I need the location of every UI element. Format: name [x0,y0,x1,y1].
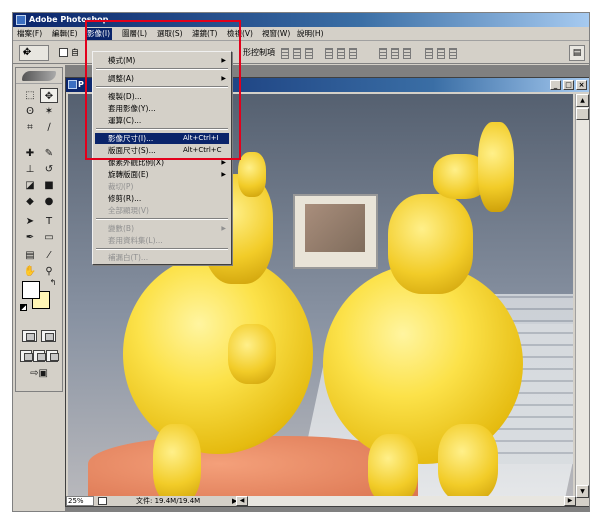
marquee-tool-icon[interactable]: ⬚ [21,88,39,103]
hand-tool-icon[interactable]: ✋ [21,264,39,279]
menu-separator [96,248,228,250]
distribute-left-icon[interactable] [425,48,433,59]
screen-mode-full-menu-button[interactable] [33,350,46,362]
screen-mode-full-button[interactable] [46,350,59,362]
highlight-annotation-box [85,20,241,160]
left-figure-hand [228,324,276,384]
move-tool-icon[interactable]: ✥ [40,88,58,103]
default-colors-icon[interactable] [20,304,27,311]
distribute-middle-icon[interactable] [391,48,399,59]
scroll-thumb[interactable] [576,108,589,120]
menu-item-apply-data-set: 套用資料集(L)... [108,236,163,245]
swap-colors-icon[interactable]: ↰ [44,275,62,290]
vertical-scrollbar[interactable]: ▲ ▼ [575,94,589,498]
toolbox-header [16,68,62,84]
notes-tool-icon[interactable]: ▤ [21,248,39,263]
brush-tool-icon[interactable]: ✎ [40,146,58,161]
align-center-icon[interactable] [337,48,345,59]
menu-item-rotate-canvas-label: 旋轉版面(E) [108,170,149,179]
menu-window[interactable]: 視窗(W) [260,28,292,40]
magic-wand-tool-icon[interactable]: ✶ [40,104,58,119]
document-title: P [78,80,84,89]
align-right-icon[interactable] [349,48,357,59]
photo-picture-frame [293,194,378,269]
scroll-right-icon[interactable]: ▶ [564,496,576,506]
clone-stamp-tool-icon[interactable]: ⊥ [21,162,39,177]
menu-item-variables: 變數(B) ▶ [95,223,229,234]
left-figure-raised-fist [238,152,266,197]
healing-brush-tool-icon[interactable]: ✚ [21,146,39,161]
menu-item-crop: 裁切(P) [108,182,134,191]
left-figure-belly [123,254,313,454]
zoom-level-field[interactable]: 25% [66,496,94,506]
close-button[interactable]: × [576,80,587,90]
toolbox: ⬚ ✥ ʘ ✶ ⌗ ∕ ✚ ✎ ⊥ ↺ ◪ ■ ◆ ● ➤ T ✒ ▭ ▤ ⁄ … [15,67,63,392]
shape-tool-icon[interactable]: ▭ [40,230,58,245]
quick-mask-mode-button[interactable] [41,330,56,342]
standard-mode-button[interactable] [22,330,37,342]
submenu-arrow-icon: ▶ [221,171,226,178]
maximize-button[interactable]: □ [563,80,574,90]
status-bar: 25% 文件: 19.4M/19.4M ▶ [66,496,237,506]
eyedropper-tool-icon[interactable]: ⁄ [40,248,58,263]
photoshop-window: Adobe Photoshop 檔案(F) 編輯(E) 影像(I) 圖層(L) … [12,12,590,512]
menu-item-reveal-all: 全部顯現(V) [108,206,149,215]
jump-to-imageready-icon[interactable]: ⇨▣ [24,366,54,381]
crop-tool-icon[interactable]: ⌗ [21,120,39,135]
dodge-tool-icon[interactable]: ● [40,194,58,209]
status-info-icon [98,497,107,505]
slice-tool-icon[interactable]: ∕ [40,120,58,135]
document-size-readout: 文件: 19.4M/19.4M [136,497,201,505]
menu-help[interactable]: 說明(H) [295,28,326,40]
foreground-color-swatch[interactable] [22,281,40,299]
menu-item-variables-label: 變數(B) [108,224,134,233]
align-top-icon[interactable] [281,48,289,59]
document-icon [68,80,77,89]
left-figure-leg [153,424,201,498]
menu-file[interactable]: 檔案(F) [15,28,44,40]
distribute-top-icon[interactable] [379,48,387,59]
right-figure-torso [388,194,473,294]
distribute-bottom-icon[interactable] [403,48,411,59]
path-selection-tool-icon[interactable]: ➤ [21,214,39,229]
scroll-down-icon[interactable]: ▼ [576,485,589,498]
feather-logo-icon [22,71,56,81]
type-tool-icon[interactable]: T [40,214,58,229]
menu-item-rotate-canvas[interactable]: 旋轉版面(E) ▶ [95,169,229,180]
right-figure-leg-right [438,424,498,498]
chevron-down-icon: ▾ [23,49,27,57]
right-figure-leg-left [368,434,418,498]
menu-edit[interactable]: 編輯(E) [50,28,80,40]
lasso-tool-icon[interactable]: ʘ [21,104,39,119]
horizontal-scrollbar[interactable]: ◀ ▶ [236,496,576,506]
show-transform-controls-label: 形控制項 [243,48,275,57]
menu-item-trap: 補漏白(T)... [108,253,149,262]
distribute-center-icon[interactable] [437,48,445,59]
pen-tool-icon[interactable]: ✒ [21,230,39,245]
auto-select-label: 自 [71,48,79,57]
align-left-icon[interactable] [325,48,333,59]
auto-select-checkbox[interactable] [59,48,68,57]
align-bottom-icon[interactable] [305,48,313,59]
palette-well-button[interactable]: ▤ [569,45,585,61]
history-brush-tool-icon[interactable]: ↺ [40,162,58,177]
photoshop-logo-icon [16,15,26,25]
menu-separator [96,218,228,220]
minimize-button[interactable]: _ [550,80,561,90]
eraser-tool-icon[interactable]: ◪ [21,178,39,193]
right-figure-belly [323,264,523,464]
tool-preset-picker[interactable]: ✥ ▾ [19,45,49,61]
gradient-tool-icon[interactable]: ■ [40,178,58,193]
right-figure-raised-arm [478,122,514,212]
align-middle-icon[interactable] [293,48,301,59]
scroll-up-icon[interactable]: ▲ [576,94,589,107]
submenu-arrow-icon: ▶ [221,225,226,232]
screen-mode-standard-button[interactable] [20,350,33,362]
blur-tool-icon[interactable]: ◆ [21,194,39,209]
distribute-right-icon[interactable] [449,48,457,59]
menu-item-trim[interactable]: 修剪(R)... [95,193,229,204]
scroll-left-icon[interactable]: ◀ [236,496,248,506]
